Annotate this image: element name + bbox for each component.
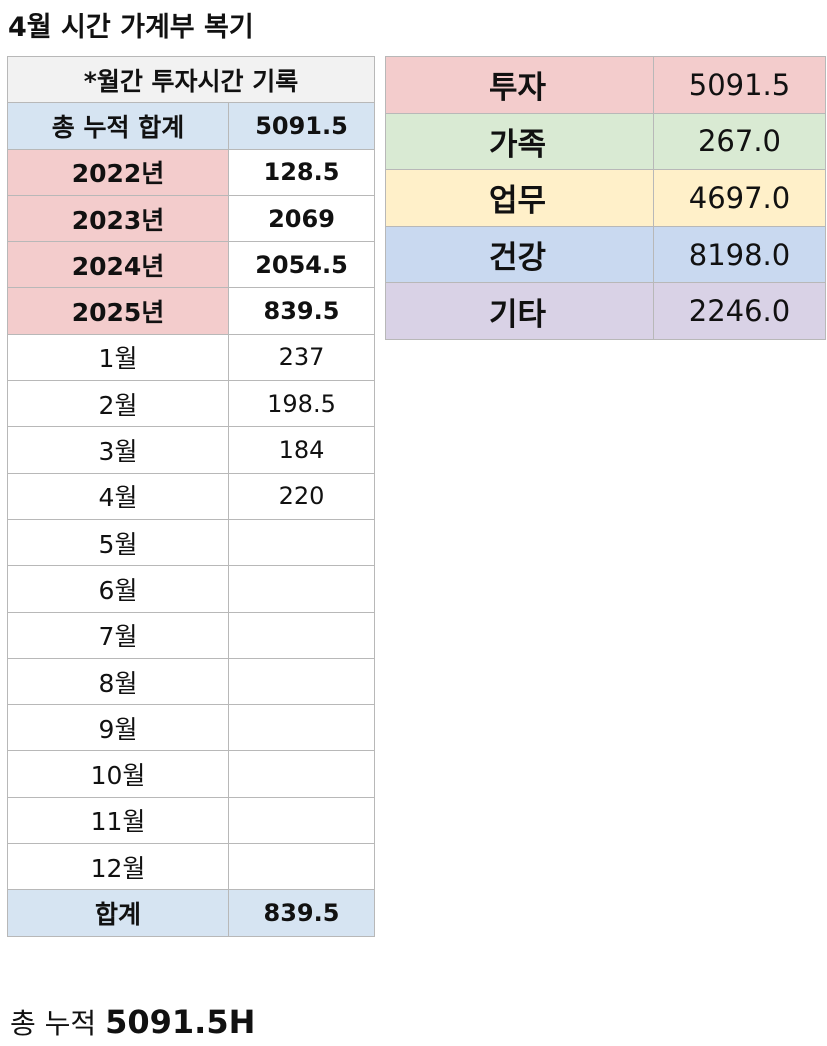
category-name: 가족	[385, 112, 654, 171]
category-row: 건강 8198.0	[385, 225, 826, 284]
category-name: 업무	[385, 169, 654, 227]
year-label: 2022년	[7, 148, 229, 196]
category-table: 투자 5091.5 가족 267.0 업무 4697.0 건강 8198.0 기타 2246.0	[385, 56, 826, 340]
category-row: 가족 267.0	[385, 112, 826, 171]
year-label: 2025년	[7, 287, 229, 335]
month-value: 220	[228, 472, 375, 520]
month-row: 2월 198.5	[7, 380, 375, 428]
month-row: 5월	[7, 518, 375, 567]
category-name: 건강	[385, 225, 654, 284]
year-label: 2023년	[7, 194, 229, 243]
month-row: 7월	[7, 611, 375, 659]
month-row: 3월 184	[7, 426, 375, 474]
month-value	[228, 657, 375, 706]
year-row: 2023년 2069	[7, 194, 375, 243]
month-row: 10월	[7, 750, 375, 798]
total-prefix: 총 누적	[10, 1007, 106, 1040]
year-value: 839.5	[228, 287, 375, 335]
year-row: 2022년 128.5	[7, 148, 375, 196]
month-value	[228, 611, 375, 659]
month-value	[228, 750, 375, 798]
month-row: 1월 237	[7, 333, 375, 382]
category-table-body: 투자 5091.5 가족 267.0 업무 4697.0 건강 8198.0 기타 2246.0	[385, 56, 826, 340]
category-value: 4697.0	[653, 169, 826, 227]
table-header: *월간 투자시간 기록	[7, 55, 375, 104]
sum-row: 합계 839.5	[7, 889, 375, 937]
page-title: 4월 시간 가계부 복기	[8, 12, 254, 43]
month-value: 198.5	[228, 380, 375, 428]
sum-label: 합계	[7, 889, 229, 937]
total-cumulative-line: 총 누적 5091.5H	[10, 1000, 255, 1046]
month-row: 9월	[7, 704, 375, 752]
category-row: 투자 5091.5	[385, 56, 826, 114]
category-value: 2246.0	[653, 282, 826, 340]
month-label: 12월	[7, 843, 229, 891]
cumulative-value: 5091.5	[228, 102, 375, 150]
month-label: 9월	[7, 704, 229, 752]
category-name: 투자	[385, 56, 654, 114]
month-label: 5월	[7, 518, 229, 567]
month-row: 6월	[7, 565, 375, 613]
month-label: 7월	[7, 611, 229, 659]
month-label: 1월	[7, 333, 229, 382]
category-value: 8198.0	[653, 225, 826, 284]
category-value: 5091.5	[653, 56, 826, 114]
month-value: 237	[228, 333, 375, 382]
category-row: 업무 4697.0	[385, 169, 826, 227]
total-value: 5091.5H	[105, 1003, 256, 1041]
category-value: 267.0	[653, 112, 826, 171]
year-label: 2024년	[7, 241, 229, 289]
sum-value: 839.5	[228, 889, 375, 937]
month-label: 8월	[7, 657, 229, 706]
month-value: 184	[228, 426, 375, 474]
year-row: 2024년 2054.5	[7, 241, 375, 289]
year-value: 2054.5	[228, 241, 375, 289]
year-row: 2025년 839.5	[7, 287, 375, 335]
month-label: 10월	[7, 750, 229, 798]
month-value	[228, 843, 375, 891]
month-row: 12월	[7, 843, 375, 891]
month-label: 2월	[7, 380, 229, 428]
month-label: 4월	[7, 472, 229, 520]
month-label: 6월	[7, 565, 229, 613]
category-row: 기타 2246.0	[385, 282, 826, 340]
monthly-investment-table: *월간 투자시간 기록 총 누적 합계 5091.5 2022년 128.5 202…	[7, 55, 375, 937]
month-row: 8월	[7, 657, 375, 706]
year-value: 128.5	[228, 148, 375, 196]
month-row: 4월 220	[7, 472, 375, 520]
month-label: 11월	[7, 796, 229, 845]
month-value	[228, 518, 375, 567]
month-value	[228, 565, 375, 613]
cumulative-row: 총 누적 합계 5091.5	[7, 102, 375, 150]
cumulative-label: 총 누적 합계	[7, 102, 229, 150]
month-value	[228, 796, 375, 845]
month-value	[228, 704, 375, 752]
monthly-table-body: *월간 투자시간 기록 총 누적 합계 5091.5 2022년 128.5 202…	[7, 55, 375, 937]
year-value: 2069	[228, 194, 375, 243]
table-header-row: *월간 투자시간 기록	[7, 55, 375, 104]
category-name: 기타	[385, 282, 654, 340]
month-label: 3월	[7, 426, 229, 474]
month-row: 11월	[7, 796, 375, 845]
